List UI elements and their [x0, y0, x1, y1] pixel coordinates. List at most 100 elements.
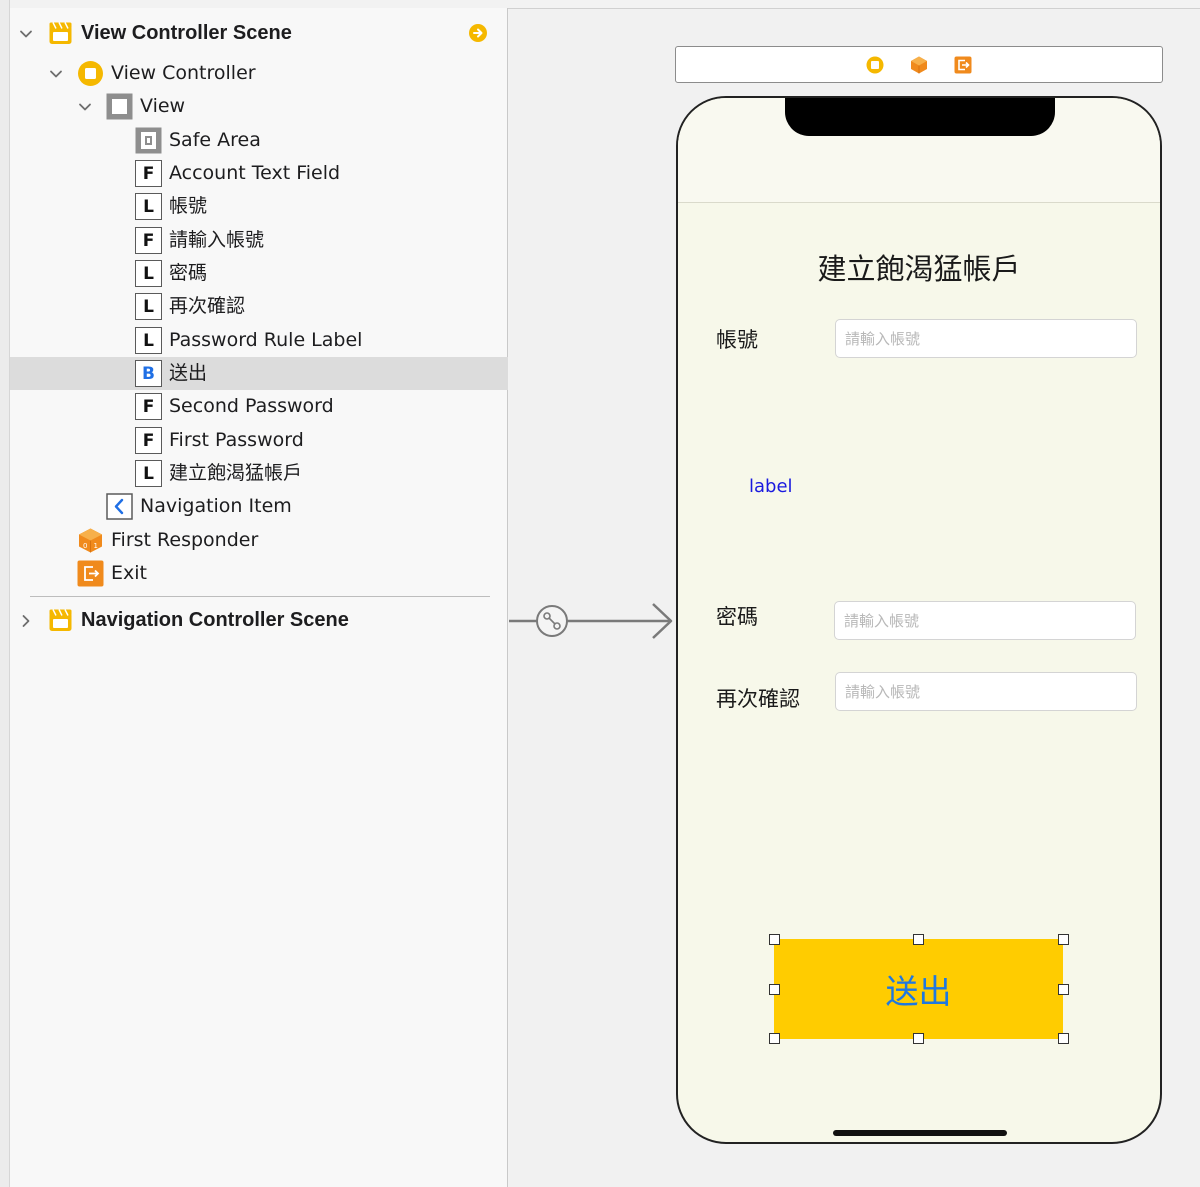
scene-dock: [675, 46, 1163, 83]
outline-item-object-5[interactable]: F 請輸入帳號: [10, 224, 508, 257]
outline-spacer: [106, 333, 122, 349]
outline-item-first-password[interactable]: F First Password: [10, 424, 508, 457]
chevron-down-icon[interactable]: [48, 66, 64, 82]
confirm-placeholder: 請輸入帳號: [845, 683, 921, 701]
resize-handle-left[interactable]: [769, 984, 780, 995]
resize-handle-bottom[interactable]: [913, 1033, 924, 1044]
label-icon: L: [135, 193, 162, 220]
outline-scene-view-controller-scene[interactable]: View Controller Scene: [10, 17, 508, 50]
outline-item-object-9[interactable]: B 送出: [10, 357, 508, 390]
confirm-password-label[interactable]: 再次確認: [716, 683, 800, 713]
outline-spacer: [106, 299, 122, 315]
outline-spacer: [106, 233, 122, 249]
outline-item-object-7[interactable]: L 再次確認: [10, 290, 508, 323]
outline-item-label: Account Text Field: [169, 162, 341, 184]
second-password-field[interactable]: 請輸入帳號: [835, 672, 1137, 711]
outline-item-object-12[interactable]: L 建立飽渴猛帳戶: [10, 457, 508, 490]
chevron-right-icon[interactable]: [18, 613, 34, 629]
outline-item-navigation-item[interactable]: Navigation Item: [10, 490, 508, 523]
scene-icon: [47, 607, 74, 634]
resize-handle-right[interactable]: [1058, 984, 1069, 995]
first-responder-icon: 01: [77, 527, 104, 554]
svg-text:0: 0: [83, 542, 87, 550]
svg-text:1: 1: [94, 542, 98, 550]
outline-item-view[interactable]: View: [10, 90, 508, 123]
outline-item-first-responder[interactable]: 0 1 First Responder: [10, 524, 508, 557]
submit-button[interactable]: 送出: [774, 939, 1063, 1039]
outline-item-exit[interactable]: Exit: [10, 557, 508, 590]
create-account-title-label[interactable]: 建立飽渴猛帳戶: [678, 246, 1160, 288]
resize-handle-top[interactable]: [913, 934, 924, 945]
password-label[interactable]: 密碼: [716, 601, 758, 631]
chevron-down-icon[interactable]: [18, 26, 34, 42]
label-icon: L: [135, 327, 162, 354]
outline-spacer: [48, 566, 64, 582]
account-placeholder: 請輸入帳號: [845, 330, 921, 348]
outline-item-label: 再次確認: [169, 295, 246, 317]
outline-item-account-text-field[interactable]: F Account Text Field: [10, 157, 508, 190]
outline-item-label: 請輸入帳號: [169, 229, 265, 251]
document-outline: View Controller Scene View Controller View…: [10, 8, 508, 1187]
outline-item-label: View Controller Scene: [81, 22, 292, 44]
outline-item-second-password[interactable]: F Second Password: [10, 390, 508, 423]
outline-item-label: Second Password: [169, 395, 334, 417]
label-icon: L: [135, 293, 162, 320]
text-field-icon: F: [135, 160, 162, 187]
label-icon: L: [135, 460, 162, 487]
outline-item-label: 建立飽渴猛帳戶: [169, 462, 303, 484]
window-left-edge: [0, 0, 10, 1187]
resize-handle-top-right[interactable]: [1058, 934, 1069, 945]
home-indicator: [833, 1130, 1007, 1136]
outline-spacer: [106, 366, 122, 382]
segue-arrow[interactable]: [509, 596, 679, 646]
resize-handle-bottom-left[interactable]: [769, 1033, 780, 1044]
outline-item-label: Navigation Controller Scene: [81, 609, 349, 631]
view-controller-icon: [77, 60, 104, 87]
exit-icon[interactable]: [952, 54, 974, 76]
outline-spacer: [106, 199, 122, 215]
password-rule-label[interactable]: label: [749, 476, 793, 497]
outline-item-label: Exit: [111, 562, 147, 584]
outline-item-object-6[interactable]: L 密碼: [10, 257, 508, 290]
outline-item-label: View Controller: [111, 62, 256, 84]
outline-spacer: [48, 533, 64, 549]
outline-item-password-rule-label[interactable]: L Password Rule Label: [10, 324, 508, 357]
outline-item-label: 密碼: [169, 262, 208, 284]
device-notch: [785, 98, 1055, 136]
outline-item-label: First Password: [169, 429, 304, 451]
outline-spacer: [106, 266, 122, 282]
account-label[interactable]: 帳號: [716, 324, 758, 354]
text-field-icon: F: [135, 427, 162, 454]
scene-icon: [47, 20, 74, 47]
button-icon: B: [135, 360, 162, 387]
safe-area-icon: [135, 127, 162, 154]
iphone-screen[interactable]: 建立飽渴猛帳戶 帳號 請輸入帳號 label 密碼 請輸入帳號 再次確認 請輸入…: [676, 96, 1162, 1144]
view-icon: [106, 93, 133, 120]
outline-spacer: [77, 499, 93, 515]
password-placeholder: 請輸入帳號: [844, 612, 920, 630]
outline-spacer: [106, 133, 122, 149]
outline-item-label: View: [140, 95, 186, 117]
outline-item-label: Navigation Item: [140, 495, 292, 517]
scene-entry-point-icon[interactable]: [468, 23, 488, 43]
outline-item-safe-area[interactable]: Safe Area: [10, 124, 508, 157]
outline-item-label: Password Rule Label: [169, 329, 363, 351]
account-text-field[interactable]: 請輸入帳號: [835, 319, 1137, 358]
outline-spacer: [106, 399, 122, 415]
outline-spacer: [106, 166, 122, 182]
chevron-down-icon[interactable]: [77, 99, 93, 115]
outline-item-object-4[interactable]: L 帳號: [10, 190, 508, 223]
outline-spacer: [106, 433, 122, 449]
outline-item-view-controller[interactable]: View Controller: [10, 57, 508, 90]
text-field-icon: F: [135, 393, 162, 420]
first-responder-icon[interactable]: [908, 54, 930, 76]
outline-item-label: 帳號: [169, 195, 208, 217]
outline-item-label: First Responder: [111, 529, 259, 551]
label-icon: L: [135, 260, 162, 287]
view-controller-icon[interactable]: [864, 54, 886, 76]
outline-item-label: Safe Area: [169, 129, 261, 151]
resize-handle-bottom-right[interactable]: [1058, 1033, 1069, 1044]
first-password-field[interactable]: 請輸入帳號: [834, 601, 1136, 640]
outline-scene-navigation-controller-scene[interactable]: Navigation Controller Scene: [10, 604, 508, 637]
resize-handle-top-left[interactable]: [769, 934, 780, 945]
